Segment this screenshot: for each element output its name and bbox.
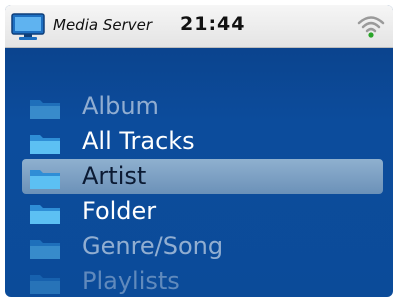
menu-item-playlists[interactable]: Playlists (5, 264, 393, 297)
computer-monitor-icon (11, 13, 45, 40)
folder-icon (30, 275, 60, 294)
menu-item-label: Folder (82, 197, 157, 225)
folder-icon (30, 170, 60, 189)
wifi-icon (357, 16, 385, 38)
menu-item-album[interactable]: Album (5, 89, 393, 124)
status-title: Media Server (53, 16, 153, 34)
media-player-screen: Media Server 21:44 Album All Tracks Arti… (5, 5, 393, 297)
media-menu: Album All Tracks Artist Folder Genre/Son… (5, 89, 393, 297)
menu-item-label: All Tracks (82, 127, 195, 155)
menu-item-label: Album (82, 92, 159, 120)
status-time: 21:44 (180, 13, 246, 35)
status-bar: Media Server 21:44 (5, 5, 393, 48)
menu-item-label: Genre/Song (82, 232, 224, 260)
menu-item-label: Artist (82, 162, 147, 190)
menu-item-genre-song[interactable]: Genre/Song (5, 229, 393, 264)
menu-item-artist[interactable]: Artist (22, 159, 383, 194)
menu-item-all-tracks[interactable]: All Tracks (5, 124, 393, 159)
folder-icon (30, 100, 60, 119)
menu-item-folder[interactable]: Folder (5, 194, 393, 229)
folder-icon (30, 135, 60, 154)
folder-icon (30, 205, 60, 224)
folder-icon (30, 240, 60, 259)
menu-item-label: Playlists (82, 267, 180, 295)
